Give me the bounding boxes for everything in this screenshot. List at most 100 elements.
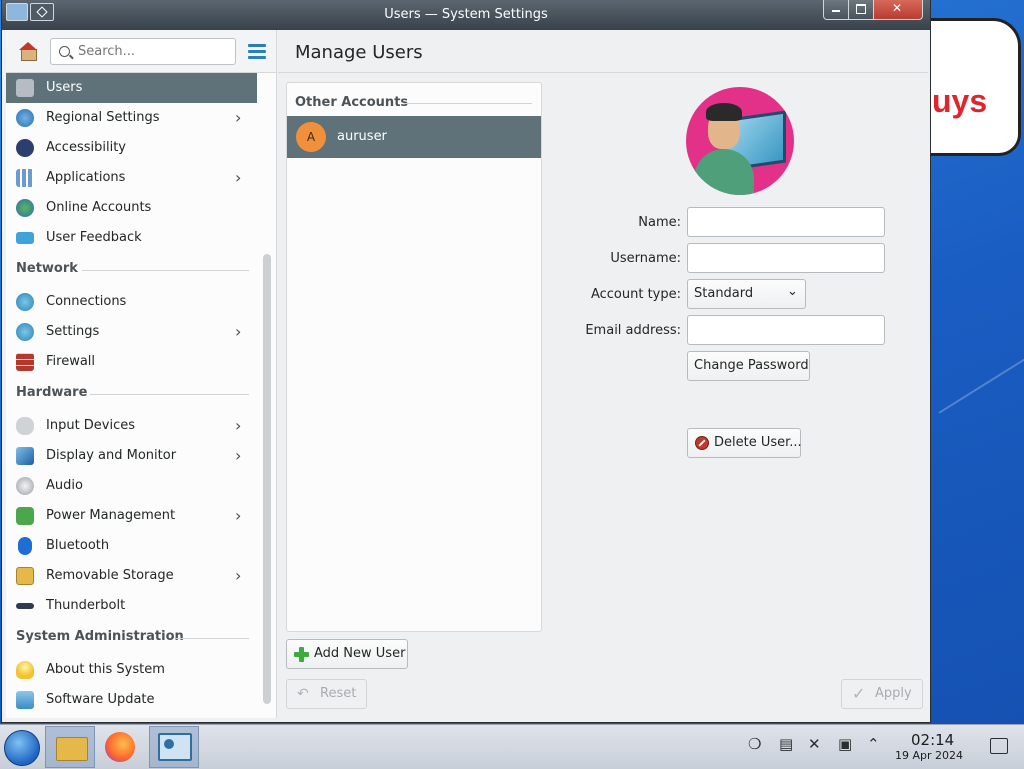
- sidebar-item-input-devices[interactable]: Input Devices ›: [6, 411, 257, 441]
- chevron-right-icon: ›: [235, 446, 242, 465]
- sidebar-item-power-management[interactable]: Power Management ›: [6, 501, 257, 531]
- maximize-button[interactable]: [848, 0, 874, 20]
- network-globe-icon: [16, 293, 34, 311]
- home-icon[interactable]: [18, 42, 38, 61]
- clock-time[interactable]: 02:14: [911, 731, 954, 749]
- hamburger-menu-icon[interactable]: [248, 44, 266, 59]
- users-icon: [16, 79, 34, 97]
- system-settings-task[interactable]: [149, 726, 199, 768]
- clipboard-tray-icon[interactable]: ▤: [779, 735, 793, 753]
- sidebar-item-audio[interactable]: Audio: [6, 471, 257, 501]
- mouse-icon: [16, 417, 34, 435]
- change-password-button[interactable]: Change Password: [687, 351, 810, 381]
- account-type-label: Account type:: [590, 287, 681, 302]
- folder-icon: [56, 737, 88, 761]
- sidebar-item-label: Settings: [46, 324, 100, 339]
- sidebar-item-user-feedback[interactable]: User Feedback: [6, 223, 257, 253]
- section-header-system-administration: System Administration: [16, 629, 249, 649]
- username-label: Username:: [610, 251, 681, 266]
- sidebar-item-thunderbolt[interactable]: Thunderbolt: [6, 591, 257, 621]
- username-field[interactable]: [687, 243, 885, 273]
- globe-icon: [16, 109, 34, 127]
- sidebar-item-software-update[interactable]: Software Update: [6, 685, 257, 715]
- header-divider: [278, 72, 928, 73]
- page-title: Manage Users: [295, 42, 423, 63]
- start-menu-icon[interactable]: [4, 730, 40, 766]
- sidebar-item-label: Online Accounts: [46, 200, 152, 215]
- sidebar-item-label: Software Update: [46, 692, 155, 707]
- show-desktop-icon[interactable]: [990, 738, 1008, 754]
- updates-tray-icon[interactable]: ❍: [748, 735, 761, 753]
- system-settings-icon: [158, 733, 192, 761]
- add-new-user-button[interactable]: Add New User: [286, 639, 408, 669]
- minimize-button[interactable]: [823, 0, 849, 20]
- wallpaper-text: uys: [932, 83, 988, 119]
- sidebar-item-bluetooth[interactable]: Bluetooth: [6, 531, 257, 561]
- sidebar-item-applications[interactable]: Applications ›: [6, 163, 257, 193]
- input-method-icon[interactable]: ▣: [838, 735, 852, 753]
- close-button[interactable]: [873, 0, 923, 20]
- network-settings-icon: [16, 323, 34, 341]
- sidebar-item-connections[interactable]: Connections: [6, 287, 257, 317]
- section-title: System Administration: [16, 629, 184, 644]
- sidebar-item-label: Removable Storage: [46, 568, 174, 583]
- online-accounts-icon: [16, 199, 34, 217]
- name-field[interactable]: [687, 207, 885, 237]
- sidebar-item-label: Audio: [46, 478, 83, 493]
- account-row-auruser[interactable]: A auruser: [287, 116, 541, 158]
- sidebar-item-removable-storage[interactable]: Removable Storage ›: [6, 561, 257, 591]
- section-title: Hardware: [16, 385, 88, 400]
- account-name: auruser: [337, 129, 387, 144]
- volume-muted-icon[interactable]: ✕: [808, 735, 821, 753]
- sidebar-item-about-system[interactable]: About this System: [6, 655, 257, 685]
- sidebar-item-online-accounts[interactable]: Online Accounts: [6, 193, 257, 223]
- sidebar-item-label: Users: [46, 80, 83, 95]
- accounts-list-panel: Other Accounts A auruser: [286, 82, 542, 632]
- email-field[interactable]: [687, 315, 885, 345]
- monitor-icon: [16, 447, 34, 465]
- clock-date[interactable]: 19 Apr 2024: [895, 749, 963, 762]
- bluetooth-icon: [18, 537, 32, 555]
- section-rule: [90, 394, 249, 395]
- sidebar-item-firewall[interactable]: Firewall: [6, 347, 257, 377]
- chevron-right-icon: ›: [235, 322, 242, 341]
- speaker-icon: [16, 477, 34, 495]
- chevron-up-icon[interactable]: ⌃: [867, 735, 880, 753]
- sidebar-item-label: Bluetooth: [46, 538, 110, 553]
- apply-button[interactable]: ✓ Apply: [841, 679, 923, 709]
- sidebar-item-network-settings[interactable]: Settings ›: [6, 317, 257, 347]
- sidebar-item-accessibility[interactable]: Accessibility: [6, 133, 257, 163]
- delete-user-button[interactable]: Delete User...: [687, 428, 802, 458]
- checkmark-icon: ✓: [852, 684, 866, 703]
- chevron-right-icon: ›: [235, 108, 242, 127]
- account-type-value: Standard: [694, 286, 754, 301]
- sidebar-item-label: Accessibility: [46, 140, 126, 155]
- section-header-hardware: Hardware: [16, 385, 249, 405]
- sidebar-item-display-monitor[interactable]: Display and Monitor ›: [6, 441, 257, 471]
- account-avatar: A: [296, 122, 326, 152]
- search-box[interactable]: [50, 38, 236, 65]
- wallpaper-speech-bubble: uys: [915, 18, 1021, 156]
- software-update-icon: [16, 691, 34, 709]
- search-input[interactable]: [76, 43, 230, 60]
- title-bar[interactable]: Users — System Settings: [2, 0, 930, 30]
- user-avatar-image[interactable]: [686, 87, 794, 195]
- button-label: Change Password: [694, 358, 809, 373]
- main-content: Manage Users Other Accounts A auruser Ad…: [278, 30, 928, 718]
- chevron-right-icon: ›: [235, 506, 242, 525]
- reset-button[interactable]: ↶ Reset: [286, 679, 367, 709]
- file-manager-task[interactable]: [45, 726, 95, 768]
- firefox-task[interactable]: [97, 726, 147, 768]
- system-settings-window: Users — System Settings Users Regional S…: [2, 0, 930, 722]
- sidebar-item-label: Thunderbolt: [46, 598, 126, 613]
- sidebar-item-users[interactable]: Users: [6, 73, 257, 103]
- account-type-select[interactable]: Standard ⌄: [687, 279, 806, 309]
- sidebar-item-label: Firewall: [46, 354, 96, 369]
- taskbar: ❍ ▤ ✕ ▣ ⌃ 02:14 19 Apr 2024: [0, 724, 1024, 769]
- sidebar-scrollbar[interactable]: [263, 254, 271, 704]
- feedback-icon: [16, 232, 34, 244]
- sidebar-item-regional-settings[interactable]: Regional Settings ›: [6, 103, 257, 133]
- lightbulb-icon: [16, 661, 34, 679]
- name-label: Name:: [638, 215, 681, 230]
- accounts-header: Other Accounts: [295, 95, 409, 110]
